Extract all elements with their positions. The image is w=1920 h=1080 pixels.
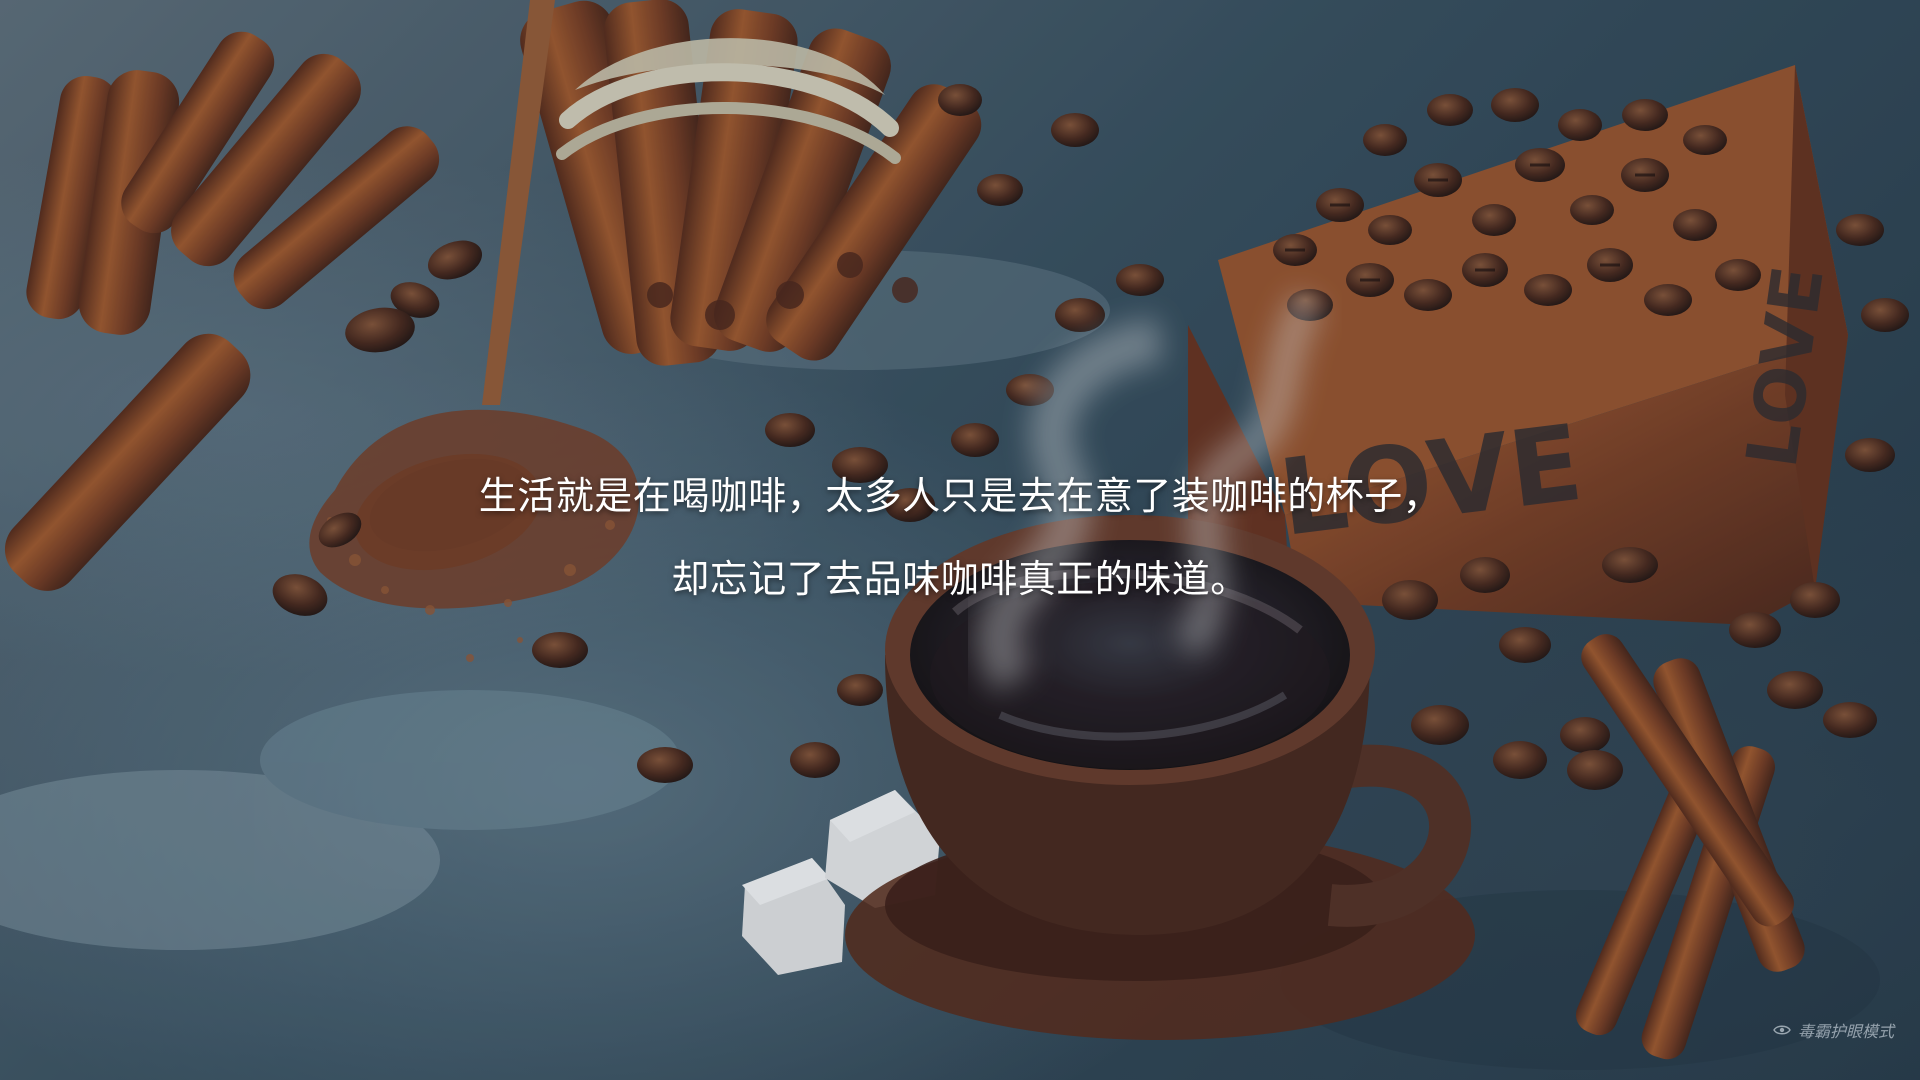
coffee-still-life-illustration: LOVE LOVE [0,0,1920,1080]
coffee-background-scene: LOVE LOVE 生活就是在喝咖啡，太多人只是去在意了装咖啡的杯子， 却忘记了… [0,0,1920,1080]
watermark-text: 毒霸护眼模式 [1797,1022,1894,1041]
eye-protection-watermark: 毒霸护眼模式 [1773,1018,1894,1042]
caption-line-2: 却忘记了去品味咖啡真正的味道。 [671,557,1249,601]
eye-icon [1773,1025,1791,1035]
blue-tone-overlay [0,0,1920,1080]
caption-line-1: 生活就是在喝咖啡，太多人只是去在意了装咖啡的杯子， [478,474,1442,518]
